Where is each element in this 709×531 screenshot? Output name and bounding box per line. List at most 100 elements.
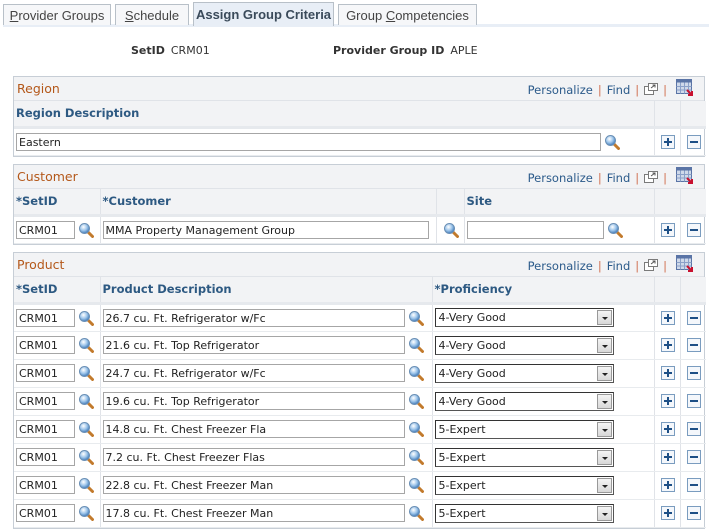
delete-row-button[interactable] xyxy=(687,338,702,352)
add-row-button[interactable] xyxy=(661,310,675,325)
lookup-icon[interactable] xyxy=(408,310,424,326)
proficiency-select[interactable]: 5-Expert xyxy=(434,419,614,439)
proficiency-select[interactable]: 4-Very Good xyxy=(434,335,614,355)
tab-assign-group-criteria[interactable]: Assign Group Criteria xyxy=(193,2,334,26)
personalize-link[interactable]: Personalize xyxy=(528,83,593,97)
download-to-excel-icon[interactable] xyxy=(676,79,694,97)
delete-row-button[interactable] xyxy=(687,422,702,436)
chevron-down-icon[interactable] xyxy=(596,365,612,381)
setid-input[interactable]: CRM01 xyxy=(16,420,75,438)
product-description-input[interactable]: 7.2 cu. Ft. Chest Freezer Flas xyxy=(102,448,405,466)
lookup-icon[interactable] xyxy=(408,393,424,409)
delete-row-button[interactable] xyxy=(687,366,702,380)
lookup-icon[interactable] xyxy=(78,337,94,353)
add-row-button[interactable] xyxy=(661,338,675,352)
add-row-button[interactable] xyxy=(661,134,675,149)
find-link[interactable]: Find xyxy=(607,259,631,273)
product-description-input[interactable]: 26.7 cu. Ft. Refrigerator w/Fc xyxy=(102,308,405,327)
view-all-new-window-icon[interactable] xyxy=(644,83,658,95)
proficiency-select[interactable]: 5-Expert xyxy=(434,447,614,467)
lookup-icon[interactable] xyxy=(408,421,424,437)
lookup-icon[interactable] xyxy=(607,222,623,238)
chevron-down-icon[interactable] xyxy=(596,477,612,493)
customer-input[interactable]: MMA Property Management Group xyxy=(102,220,429,239)
add-row-button[interactable] xyxy=(661,478,675,492)
col-setid[interactable]: *SetID xyxy=(14,189,101,217)
setid-input[interactable]: CRM01 xyxy=(16,308,75,327)
chevron-down-icon[interactable] xyxy=(596,449,612,465)
setid-input[interactable]: CRM01 xyxy=(16,336,75,354)
chevron-down-icon[interactable] xyxy=(596,505,612,521)
setid-input[interactable]: CRM01 xyxy=(16,476,75,494)
proficiency-select[interactable]: 4-Very Good xyxy=(434,363,614,383)
chevron-down-icon[interactable] xyxy=(596,337,612,353)
lookup-icon[interactable] xyxy=(78,365,94,381)
col-product-description[interactable]: Product Description xyxy=(100,277,433,305)
add-row-button[interactable] xyxy=(661,506,675,520)
product-description-input[interactable]: 24.7 cu. Ft. Refrigerator w/Fc xyxy=(102,364,405,382)
download-to-excel-icon[interactable] xyxy=(676,167,694,185)
col-site[interactable]: Site xyxy=(464,189,655,217)
product-description-input[interactable]: 19.6 cu. Ft. Top Refrigerator xyxy=(102,392,405,410)
col-region-description[interactable]: Region Description xyxy=(14,101,655,129)
setid-input[interactable]: CRM01 xyxy=(16,220,75,239)
lookup-icon[interactable] xyxy=(78,310,94,326)
lookup-icon[interactable] xyxy=(78,477,94,493)
find-link[interactable]: Find xyxy=(607,171,631,185)
tab-group-competencies[interactable]: Group Competencies xyxy=(338,4,477,25)
add-row-button[interactable] xyxy=(661,222,675,237)
chevron-down-icon[interactable] xyxy=(596,421,612,437)
product-description-input[interactable]: 21.6 cu. Ft. Top Refrigerator xyxy=(102,336,405,354)
personalize-link[interactable]: Personalize xyxy=(528,171,593,185)
download-to-excel-icon[interactable] xyxy=(676,255,694,273)
setid-input[interactable]: CRM01 xyxy=(16,504,75,522)
lookup-icon[interactable] xyxy=(78,421,94,437)
col-setid[interactable]: *SetID xyxy=(14,277,101,305)
lookup-icon[interactable] xyxy=(78,449,94,465)
product-description-input[interactable]: 22.8 cu. Ft. Chest Freezer Man xyxy=(102,476,405,494)
col-proficiency[interactable]: *Proficiency xyxy=(432,277,655,305)
lookup-icon[interactable] xyxy=(408,365,424,381)
delete-row-button[interactable] xyxy=(687,394,702,408)
setid-input[interactable]: CRM01 xyxy=(16,364,75,382)
delete-row-button[interactable] xyxy=(687,222,702,237)
lookup-icon[interactable] xyxy=(408,505,424,521)
chevron-down-icon[interactable] xyxy=(596,310,612,325)
setid-value: CRM01 xyxy=(170,44,210,57)
tab-schedule[interactable]: Schedule xyxy=(115,4,189,25)
site-input[interactable] xyxy=(466,220,604,239)
view-all-new-window-icon[interactable] xyxy=(644,259,658,271)
lookup-icon[interactable] xyxy=(408,337,424,353)
proficiency-select[interactable]: 4-Very Good xyxy=(434,391,614,411)
add-row-button[interactable] xyxy=(661,366,675,380)
view-all-new-window-icon[interactable] xyxy=(644,171,658,183)
delete-row-button[interactable] xyxy=(687,310,702,325)
chevron-down-icon[interactable] xyxy=(596,393,612,409)
setid-input[interactable]: CRM01 xyxy=(16,448,75,466)
find-link[interactable]: Find xyxy=(607,83,631,97)
col-customer[interactable]: *Customer xyxy=(100,189,437,217)
lookup-icon[interactable] xyxy=(408,477,424,493)
add-row-button[interactable] xyxy=(661,394,675,408)
delete-row-button[interactable] xyxy=(687,478,702,492)
lookup-icon[interactable] xyxy=(78,222,94,238)
personalize-link[interactable]: Personalize xyxy=(528,259,593,273)
lookup-icon[interactable] xyxy=(408,449,424,465)
add-row-button[interactable] xyxy=(661,422,675,436)
proficiency-select[interactable]: 5-Expert xyxy=(434,475,614,495)
proficiency-select[interactable]: 5-Expert xyxy=(434,503,614,523)
proficiency-select[interactable]: 4-Very Good xyxy=(434,308,614,327)
add-row-button[interactable] xyxy=(661,450,675,464)
delete-row-button[interactable] xyxy=(687,506,702,520)
tab-provider-groups[interactable]: Provider Groups xyxy=(3,4,111,25)
lookup-icon[interactable] xyxy=(443,222,459,238)
lookup-icon[interactable] xyxy=(78,393,94,409)
lookup-icon[interactable] xyxy=(78,505,94,521)
region-description-input[interactable]: Eastern xyxy=(16,132,601,151)
setid-input[interactable]: CRM01 xyxy=(16,392,75,410)
lookup-icon[interactable] xyxy=(604,134,620,150)
delete-row-button[interactable] xyxy=(687,450,702,464)
delete-row-button[interactable] xyxy=(687,134,702,149)
product-description-input[interactable]: 14.8 cu. Ft. Chest Freezer Fla xyxy=(102,420,405,438)
product-description-input[interactable]: 17.8 cu. Ft. Chest Freezer Man xyxy=(102,504,405,522)
